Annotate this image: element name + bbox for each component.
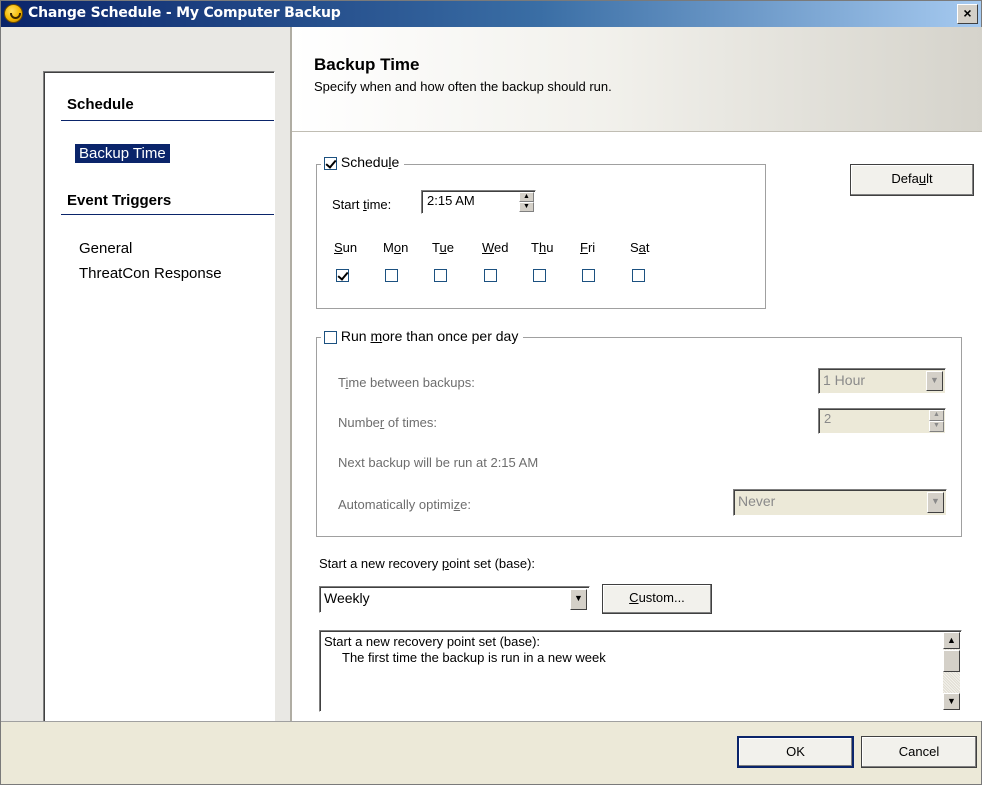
start-time-spinner[interactable]: 2:15 AM ▲ ▼ [421, 190, 536, 214]
title-bar[interactable]: Change Schedule - My Computer Backup × [1, 1, 981, 27]
day-checkbox[interactable] [582, 269, 595, 282]
nav-list: Schedule Backup Time Event Triggers Gene… [43, 71, 275, 727]
optimize-value: Never [738, 493, 776, 509]
nav-divider [61, 214, 274, 215]
recovery-point-dropdown[interactable]: Weekly ▼ [319, 586, 590, 613]
scroll-down-icon[interactable]: ▼ [943, 693, 960, 710]
scroll-thumb[interactable] [943, 650, 960, 672]
number-of-times-spin-arrows[interactable]: ▲ ▼ [929, 410, 944, 432]
day-label: Tue [432, 240, 454, 255]
recovery-point-value: Weekly [324, 590, 370, 606]
time-between-label: Time between backups: [338, 375, 475, 390]
dialog-window: Change Schedule - My Computer Backup × S… [0, 0, 982, 785]
day-checkbox[interactable] [336, 269, 349, 282]
ok-button[interactable]: OK [737, 736, 854, 768]
number-of-times-label: Number of times: [338, 415, 438, 430]
page-header: Backup Time Specify when and how often t… [292, 27, 982, 132]
day-label: Fri [580, 240, 596, 255]
scroll-up-icon[interactable]: ▲ [943, 632, 960, 649]
recovery-description-line1: Start a new recovery point set (base): [324, 634, 541, 649]
cancel-button[interactable]: Cancel [861, 736, 977, 768]
app-logo-icon [4, 4, 23, 23]
window-title: Change Schedule - My Computer Backup [28, 5, 341, 21]
spin-up-icon[interactable]: ▲ [519, 192, 534, 202]
optimize-dropdown[interactable]: Never ▼ [733, 489, 947, 516]
chevron-down-icon[interactable]: ▼ [926, 371, 943, 391]
day-checkbox[interactable] [484, 269, 497, 282]
schedule-group [316, 164, 766, 309]
schedule-label: Schedule [340, 154, 400, 170]
nav-section-schedule: Schedule [67, 96, 134, 113]
start-time-spin-arrows[interactable]: ▲ ▼ [519, 192, 534, 212]
day-checkbox[interactable] [434, 269, 447, 282]
recovery-description-line2: The first time the backup is run in a ne… [342, 650, 606, 665]
run-more-legend[interactable]: Run more than once per day [321, 328, 524, 344]
nav-item-threatcon-response[interactable]: ThreatCon Response [79, 265, 222, 282]
close-button[interactable]: × [957, 4, 978, 24]
vertical-scrollbar[interactable]: ▲ ▼ [943, 632, 960, 710]
main-content: Schedule Start time: 2:15 AM ▲ ▼ Sun Mon T… [292, 132, 982, 721]
day-label: Sun [334, 240, 358, 255]
start-time-label: Start time: [332, 197, 392, 212]
page-subtitle: Specify when and how often the backup sh… [314, 79, 612, 94]
run-more-checkbox[interactable] [324, 330, 337, 344]
day-checkbox[interactable] [533, 269, 546, 282]
day-label: Thu [531, 240, 554, 255]
spin-down-icon[interactable]: ▼ [519, 202, 534, 212]
time-between-dropdown[interactable]: 1 Hour ▼ [818, 368, 946, 394]
day-label: Mon [383, 240, 409, 255]
nav-item-backup-time[interactable]: Backup Time [75, 144, 170, 163]
nav-item-general[interactable]: General [79, 240, 132, 257]
optimize-label: Automatically optimize: [338, 497, 471, 512]
dialog-footer: OK Cancel [1, 721, 981, 784]
run-more-label: Run more than once per day [340, 328, 519, 344]
day-label: Sat [630, 240, 650, 255]
number-of-times-value: 2 [824, 411, 832, 426]
page-title: Backup Time [314, 55, 420, 74]
nav-section-event-triggers: Event Triggers [67, 192, 172, 209]
time-between-value: 1 Hour [823, 372, 866, 388]
day-checkbox[interactable] [385, 269, 398, 282]
custom-button[interactable]: Custom... [602, 584, 712, 614]
recovery-point-label: Start a new recovery point set (base): [319, 556, 536, 571]
number-of-times-spinner[interactable]: 2 ▲ ▼ [818, 408, 946, 434]
schedule-checkbox[interactable] [324, 156, 337, 170]
schedule-legend[interactable]: Schedule [321, 154, 405, 170]
next-backup-text: Next backup will be run at 2:15 AM [338, 455, 539, 470]
spin-up-icon[interactable]: ▲ [929, 410, 944, 421]
start-time-value: 2:15 AM [427, 193, 475, 208]
chevron-down-icon[interactable]: ▼ [927, 492, 944, 513]
recovery-description-box[interactable]: Start a new recovery point set (base): T… [319, 630, 962, 712]
left-pane: Schedule Backup Time Event Triggers Gene… [1, 27, 291, 727]
default-button[interactable]: Default [850, 164, 974, 196]
day-checkbox[interactable] [632, 269, 645, 282]
day-label: Wed [482, 240, 509, 255]
spin-down-icon[interactable]: ▼ [929, 421, 944, 432]
chevron-down-icon[interactable]: ▼ [570, 589, 587, 610]
nav-divider [61, 120, 274, 121]
